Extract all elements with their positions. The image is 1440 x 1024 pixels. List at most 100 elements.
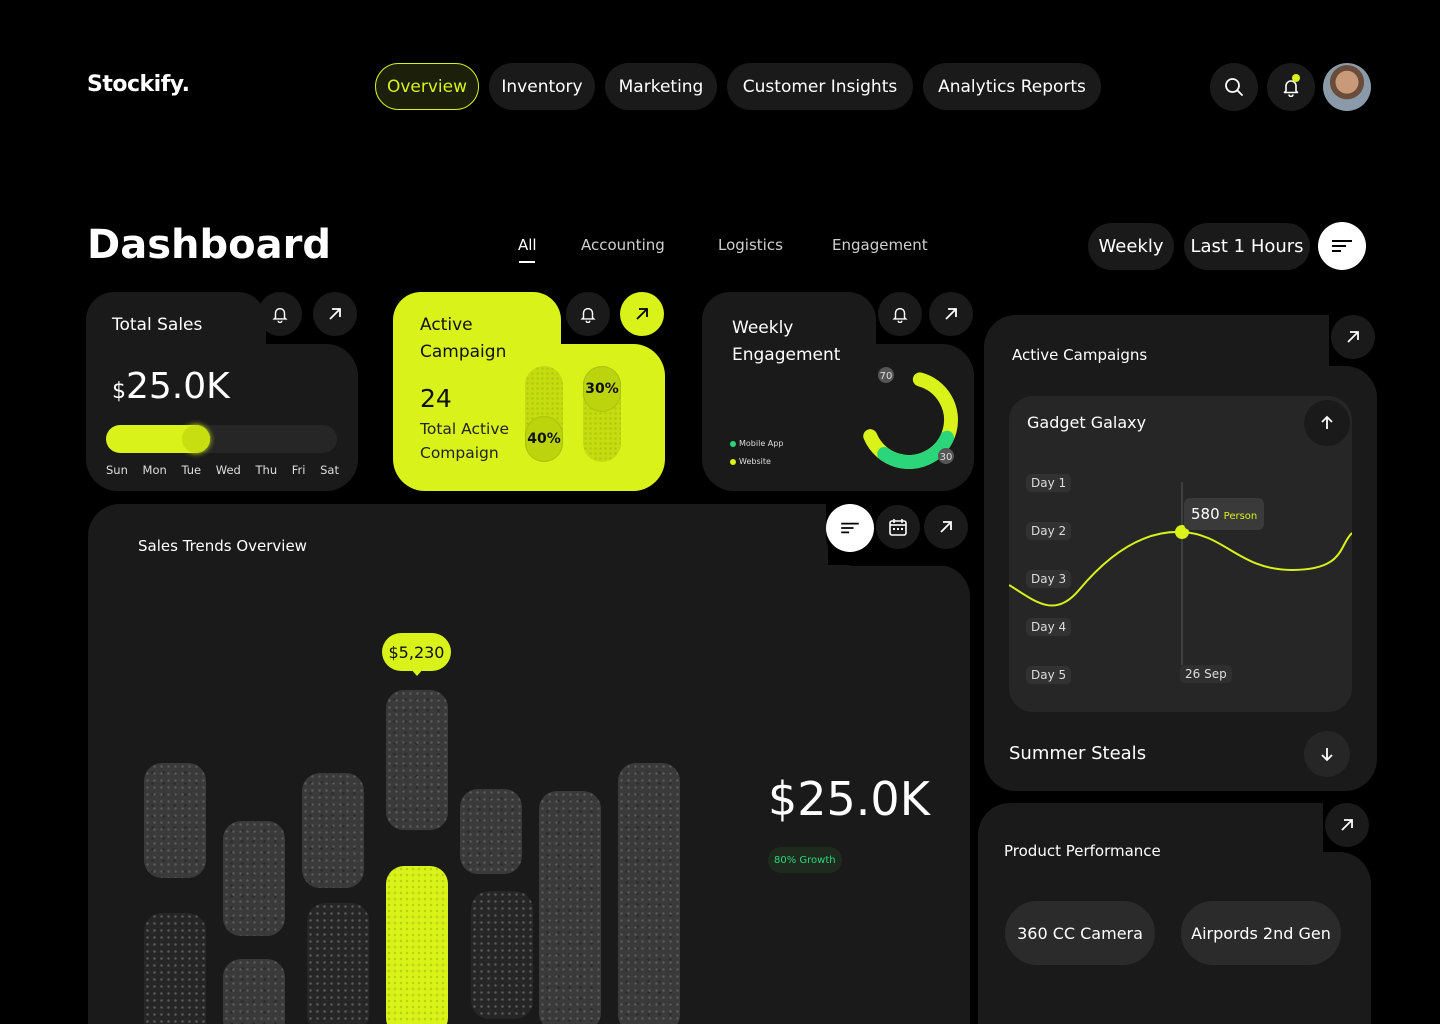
- tab-logistics[interactable]: Logistics: [718, 236, 783, 254]
- day-labels: Sun Mon Tue Wed Thu Fri Sat: [106, 463, 339, 477]
- campaign-chart-tooltip: 580 Person: [1184, 498, 1265, 530]
- chart-date-label: 26 Sep: [1180, 665, 1232, 683]
- sales-bar: [386, 690, 448, 830]
- title-line: Active: [420, 315, 473, 335]
- sales-bar: [223, 959, 285, 1024]
- sales-bar: [618, 763, 680, 1024]
- arrow-up-right-icon: [1341, 819, 1353, 831]
- active-campaigns-title: Active Campaigns: [1012, 346, 1148, 364]
- sales-tooltip: $5,230: [382, 633, 451, 671]
- day-label: Tue: [181, 463, 202, 477]
- campaign-pill-2: 30%: [583, 366, 621, 412]
- legend-label: Mobile App: [739, 439, 784, 448]
- filter-icon: [841, 522, 859, 534]
- nav-analytics-reports[interactable]: Analytics Reports: [923, 63, 1101, 110]
- bell-icon: [272, 307, 288, 323]
- total-sales-bell-button[interactable]: [258, 292, 302, 336]
- product-chip[interactable]: Airpords 2nd Gen: [1181, 901, 1341, 965]
- calendar-icon: [889, 519, 907, 536]
- search-button[interactable]: [1210, 63, 1258, 111]
- sales-bar: [460, 789, 522, 874]
- arrow-up-right-icon: [1347, 331, 1359, 343]
- arrow-down-icon: [1321, 748, 1333, 762]
- product-chip[interactable]: 360 CC Camera: [1005, 901, 1155, 965]
- arrow-up-right-icon: [636, 308, 648, 320]
- sales-total: $25.0K: [768, 772, 930, 826]
- total-sales-amount: 25.0K: [126, 366, 230, 407]
- tooltip-unit: Person: [1223, 510, 1258, 522]
- sales-bar: [144, 763, 206, 878]
- product-performance-open-button[interactable]: [1325, 803, 1369, 847]
- tooltip-value: 580: [1191, 505, 1220, 523]
- day-label: Fri: [291, 463, 306, 477]
- total-sales-currency: $: [112, 379, 126, 404]
- nav-overview[interactable]: Overview: [375, 63, 479, 110]
- sales-bar: [302, 773, 364, 888]
- trends-filter-button[interactable]: [826, 504, 874, 552]
- weekly-filter-button[interactable]: Weekly: [1088, 223, 1174, 270]
- active-campaign-bell-button[interactable]: [566, 292, 610, 336]
- nav-customer-insights[interactable]: Customer Insights: [727, 63, 913, 110]
- active-campaign-title: Active Campaign: [420, 312, 506, 366]
- trends-open-button[interactable]: [924, 505, 968, 549]
- active-campaign-open-button[interactable]: [620, 292, 664, 336]
- sales-bar: [471, 891, 533, 1019]
- avatar[interactable]: [1323, 63, 1371, 111]
- engagement-donut-chart: 70 30: [860, 367, 958, 469]
- bell-icon: [892, 307, 908, 323]
- total-sales-open-button[interactable]: [313, 292, 357, 336]
- product-performance-title: Product Performance: [1004, 842, 1161, 860]
- sales-trends-title: Sales Trends Overview: [138, 537, 307, 555]
- total-sales-value: $25.0K: [112, 366, 230, 407]
- day-label: Wed: [215, 463, 241, 477]
- sales-progress-handle[interactable]: [182, 425, 210, 453]
- sales-bar: [539, 791, 601, 1024]
- desc-line: Compaign: [420, 444, 499, 462]
- tooltip-pointer: [410, 668, 424, 676]
- day-label: Mon: [142, 463, 167, 477]
- tab-all[interactable]: All: [518, 236, 537, 254]
- day-label: Sat: [320, 463, 339, 477]
- app-logo[interactable]: Stockify.: [87, 72, 190, 97]
- legend-label: Website: [739, 457, 771, 466]
- growth-badge: 80% Growth: [768, 847, 842, 873]
- trends-calendar-button[interactable]: [876, 505, 920, 549]
- notification-dot: [1292, 74, 1300, 82]
- engagement-open-button[interactable]: [929, 292, 973, 336]
- arrow-up-right-icon: [940, 521, 952, 533]
- title-line: Engagement: [732, 345, 841, 365]
- bell-icon: [580, 307, 596, 323]
- desc-line: Total Active: [420, 420, 510, 438]
- filter-button[interactable]: [1318, 222, 1366, 270]
- last-hours-filter-button[interactable]: Last 1 Hours: [1184, 223, 1310, 270]
- active-tab-indicator: [519, 261, 535, 263]
- campaign-line-chart: [1009, 482, 1352, 665]
- title-line: Weekly: [732, 318, 794, 338]
- sales-bar-highlighted[interactable]: [386, 866, 448, 1024]
- expand-campaign-button[interactable]: [1304, 731, 1350, 777]
- nav-inventory[interactable]: Inventory: [489, 63, 595, 110]
- notifications-button[interactable]: [1267, 63, 1315, 111]
- active-campaign-desc: Total Active Compaign: [420, 417, 509, 465]
- active-campaign-count: 24: [420, 384, 452, 413]
- collapse-campaign-button[interactable]: [1304, 400, 1350, 446]
- legend-dot: [730, 441, 736, 447]
- engagement-legend: Mobile App Website: [730, 435, 783, 471]
- sales-bar: [223, 821, 285, 936]
- total-sales-title: Total Sales: [112, 315, 203, 335]
- nav-marketing[interactable]: Marketing: [605, 63, 717, 110]
- campaign-summer-steals[interactable]: Summer Steals: [1009, 743, 1146, 764]
- filter-icon: [1332, 240, 1352, 252]
- tab-accounting[interactable]: Accounting: [581, 236, 665, 254]
- active-campaigns-open-button[interactable]: [1331, 315, 1375, 359]
- engagement-bell-button[interactable]: [878, 292, 922, 336]
- donut-label-website: 70: [880, 371, 893, 382]
- tab-engagement[interactable]: Engagement: [832, 236, 928, 254]
- campaign-line: [1009, 530, 1352, 607]
- sales-bar: [307, 903, 369, 1024]
- sales-bar: [144, 913, 206, 1024]
- donut-label-mobile: 30: [940, 452, 953, 463]
- day-label: Sun: [106, 463, 128, 477]
- arrow-up-right-icon: [945, 308, 957, 320]
- campaign-pill-1: 40%: [525, 416, 563, 462]
